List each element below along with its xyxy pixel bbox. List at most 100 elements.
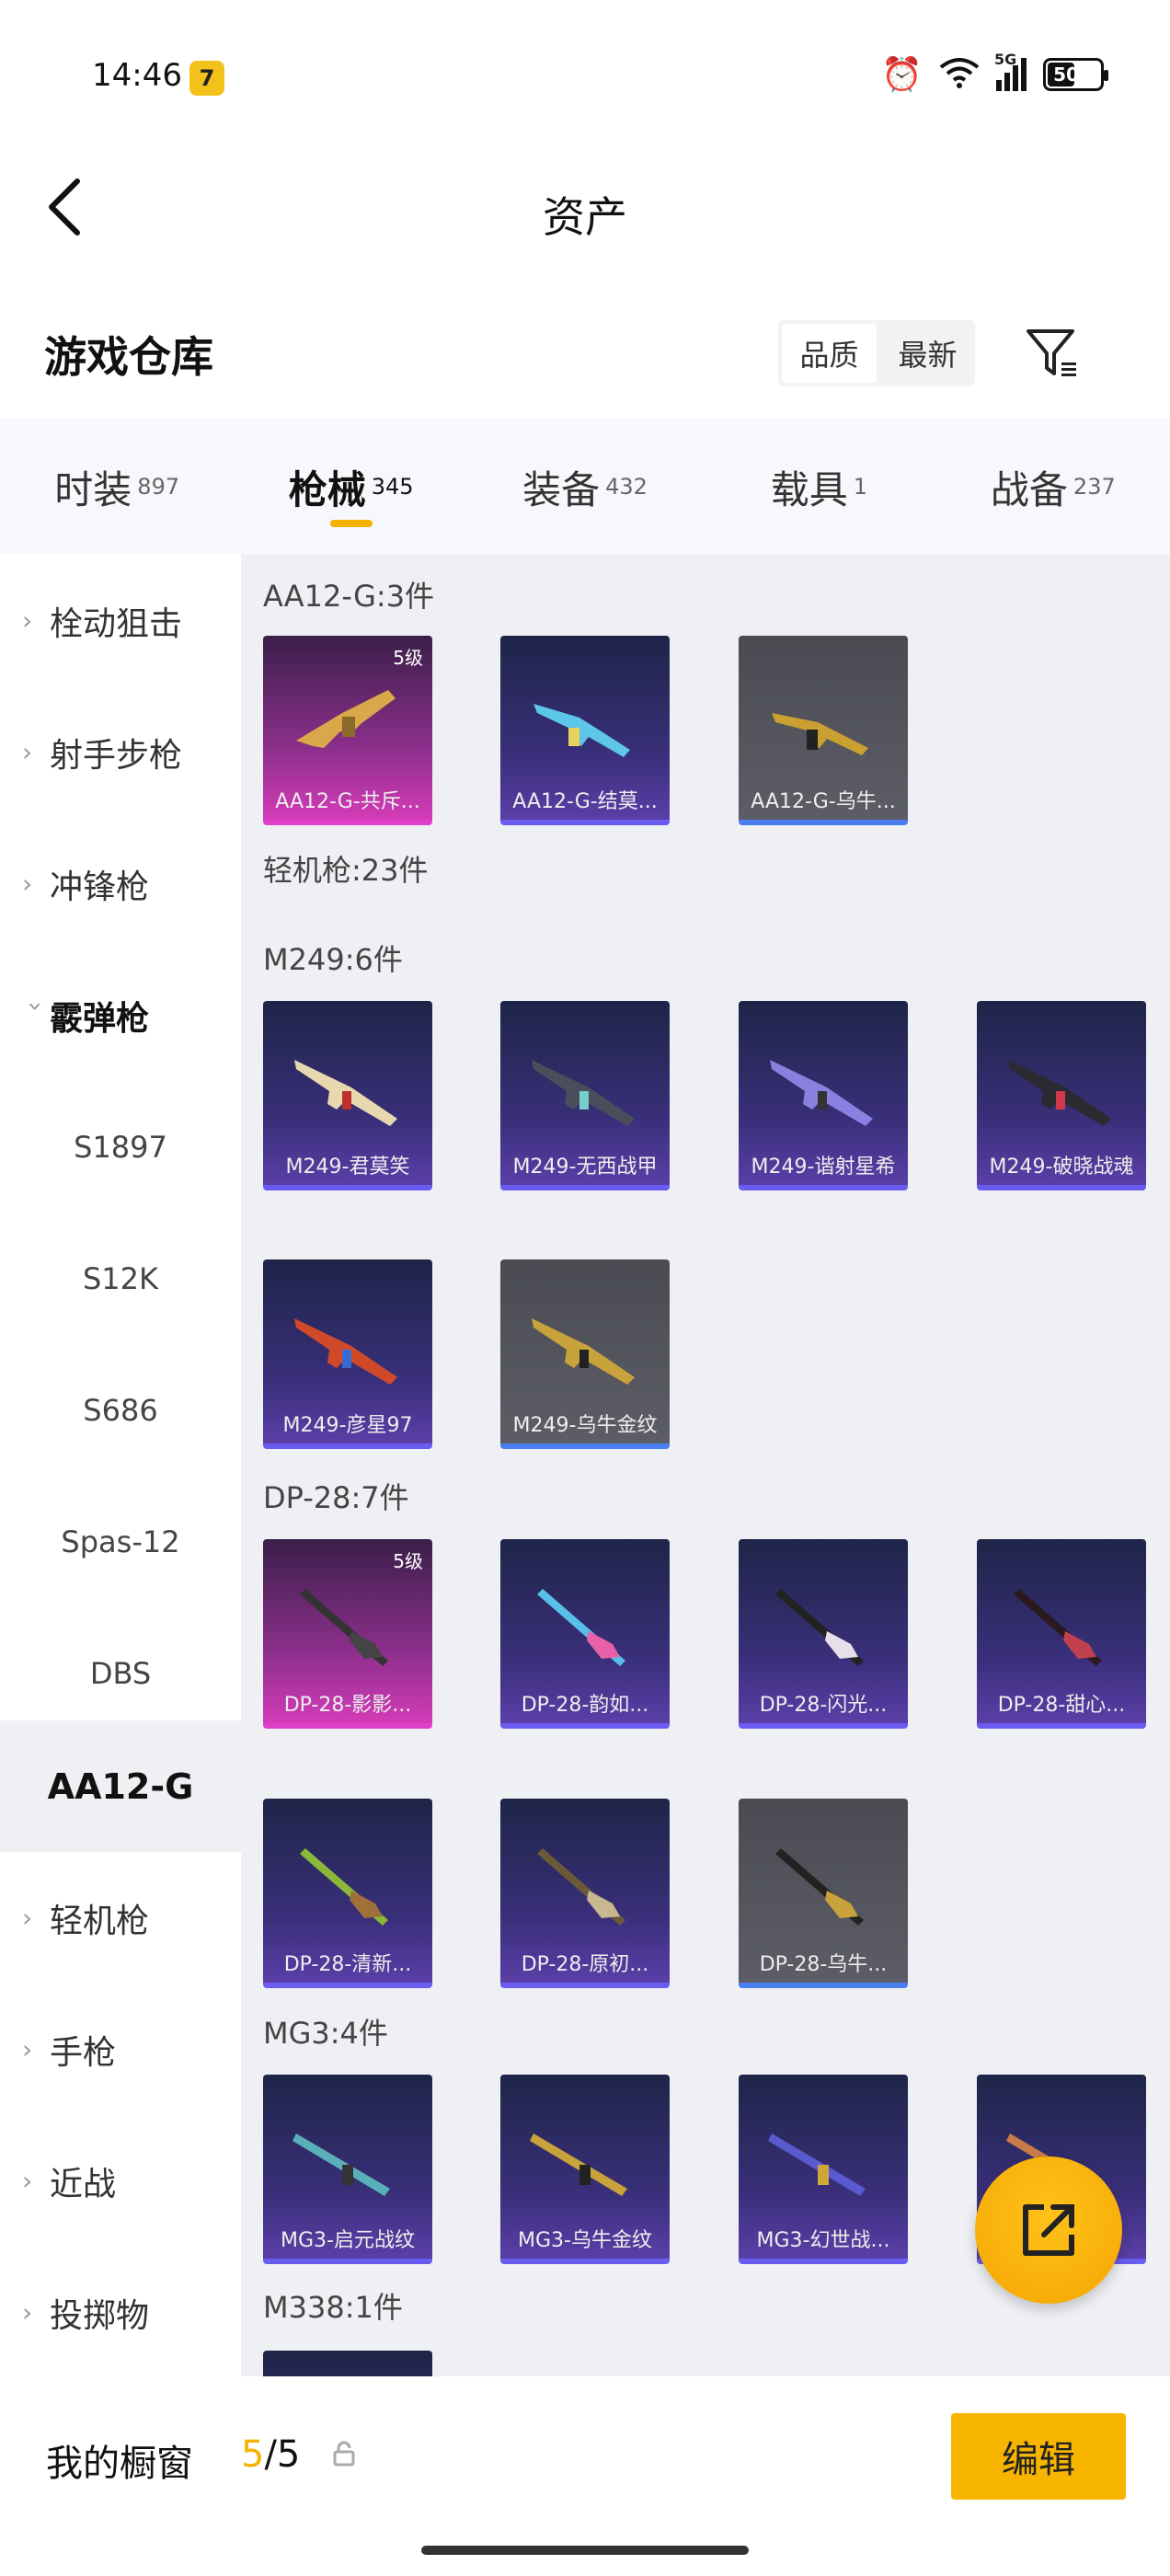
weapon-name: M249-谐射星希 — [751, 1156, 896, 1179]
category-tabs: 时装 897 枪械 345 装备 432 载具 1 战备 237 — [0, 419, 1170, 555]
sidebar-item-smg[interactable]: › 冲锋枪 — [0, 818, 241, 949]
sidebar-item-label: 霰弹枪 — [50, 999, 150, 1038]
bottom-bar: 我的橱窗 5/5 编辑 — [0, 2376, 1170, 2576]
weapon-card[interactable]: M249-破晓战魂 — [977, 1001, 1146, 1190]
weapon-card[interactable]: MG3-幻世战... — [739, 2075, 908, 2264]
weapon-image — [768, 2133, 866, 2196]
tab-label: 时装 — [54, 466, 132, 512]
weapon-name: M249-彦星97 — [282, 1414, 413, 1437]
weapon-card[interactable]: DP-28-乌牛... — [739, 1799, 908, 1988]
weapon-name: DP-28-乌牛... — [759, 1953, 888, 1976]
tab-label: 枪械 — [288, 466, 366, 512]
weapon-name: DP-28-甜心... — [997, 1694, 1126, 1717]
weapon-card[interactable]: DP-28-原初... — [500, 1799, 670, 1988]
sidebar-item-bolt-sniper[interactable]: › 栓动狙击 — [0, 555, 241, 686]
weapon-name: DP-28-影影... — [283, 1694, 412, 1717]
tab-vehicles[interactable]: 载具 1 — [702, 419, 935, 555]
weapon-image — [1008, 1060, 1111, 1126]
sidebar-item-dmr[interactable]: › 射手步枪 — [0, 686, 241, 818]
weapon-name: DP-28-闪光... — [759, 1694, 888, 1717]
sidebar-subitem-spas12[interactable]: Spas-12 — [0, 1476, 241, 1607]
weapon-card[interactable]: DP-28-韵如... — [500, 1539, 670, 1729]
weapon-name: AA12-G-共斥... — [275, 790, 420, 813]
weapon-card[interactable]: AA12-G-结莫... — [500, 636, 670, 825]
weapon-name: MG3-乌牛金纹 — [518, 2229, 652, 2252]
tab-fashion[interactable]: 时装 897 — [0, 419, 234, 555]
chevron-right-icon: › — [22, 605, 33, 636]
weapon-card[interactable]: M249-君莫笑 — [263, 1001, 432, 1190]
sidebar-item-melee[interactable]: › 近战 — [0, 2115, 241, 2247]
edit-button[interactable]: 编辑 — [951, 2413, 1126, 2500]
alarm-icon: ⏰ — [881, 56, 923, 94]
sidebar-subitem-s1897[interactable]: S1897 — [0, 1081, 241, 1213]
home-indicator[interactable] — [421, 2546, 749, 2555]
sidebar-item-throwables[interactable]: › 投掷物 — [0, 2247, 241, 2378]
weapon-name: M249-破晓战魂 — [989, 1156, 1134, 1179]
weapon-image — [1014, 1589, 1102, 1666]
weapon-card[interactable]: DP-28-甜心... — [977, 1539, 1146, 1729]
sidebar-item-label: 射手步枪 — [50, 736, 183, 775]
header: 资产 — [0, 147, 1170, 267]
signal-icon: 5G — [994, 51, 1027, 91]
weapon-card[interactable]: MG3-启元战纹 — [263, 2075, 432, 2264]
weapon-name: DP-28-韵如... — [521, 1694, 649, 1717]
tab-count: 345 — [371, 474, 414, 500]
sidebar-item-label: 冲锋枪 — [50, 868, 150, 906]
weapon-category-sidebar: › 栓动狙击 › 射手步枪 › 冲锋枪 › 霰弹枪 S1897 S12K S686 Sp… — [0, 555, 241, 2376]
page-title: 资产 — [543, 192, 627, 242]
weapon-card[interactable]: 5级 AA12-G-共斥... — [263, 636, 432, 825]
tab-label: 载具 — [770, 466, 848, 512]
weapon-card[interactable]: DP-28-闪光... — [739, 1539, 908, 1729]
weapon-card[interactable]: M249-乌牛金纹 — [500, 1259, 670, 1449]
status-time: 14:46 — [92, 57, 182, 94]
filter-button[interactable] — [1023, 324, 1082, 383]
sidebar-item-label: S686 — [83, 1392, 158, 1428]
sidebar-item-label: 栓动狙击 — [50, 604, 183, 643]
weapon-card[interactable]: 5级 DP-28-影影... — [263, 1539, 432, 1729]
weapon-image — [770, 1060, 873, 1126]
sidebar-item-label: 手枪 — [50, 2033, 117, 2072]
sidebar-subitem-s12k[interactable]: S12K — [0, 1213, 241, 1344]
weapon-card[interactable]: M249-无西战甲 — [500, 1001, 670, 1190]
weapon-image — [533, 704, 630, 757]
network-type: 5G — [994, 51, 1017, 68]
tab-firearms[interactable]: 枪械 345 — [234, 419, 467, 555]
battery-level: 50 — [1053, 63, 1079, 86]
group-title: DP-28:7件 — [263, 1480, 409, 1515]
weapon-card[interactable]: M249-谐射星希 — [739, 1001, 908, 1190]
weapon-image — [294, 1318, 397, 1385]
weapon-image — [300, 1589, 388, 1666]
share-button[interactable] — [975, 2156, 1122, 2304]
chevron-right-icon: › — [22, 2034, 33, 2064]
sidebar-subitem-aa12g[interactable]: AA12-G — [0, 1720, 241, 1852]
weapon-image — [292, 2133, 390, 2196]
lock-icon — [331, 2441, 357, 2470]
weapon-card[interactable]: M249-彦星97 — [263, 1259, 432, 1449]
weapon-card[interactable]: MG3-乌牛金纹 — [500, 2075, 670, 2264]
sidebar-item-label: 投掷物 — [50, 2296, 150, 2335]
sidebar-subitem-dbs[interactable]: DBS — [0, 1607, 241, 1739]
sort-quality-button[interactable]: 品质 — [782, 324, 877, 383]
tab-count: 1 — [853, 474, 868, 500]
warehouse-title: 游戏仓库 — [44, 332, 213, 382]
group-title: M338:1件 — [263, 2290, 403, 2325]
tab-count: 237 — [1072, 474, 1116, 500]
active-tab-indicator — [329, 520, 373, 527]
warehouse-row: 游戏仓库 品质 最新 — [0, 304, 1170, 405]
sidebar-item-lmg[interactable]: › 轻机枪 — [0, 1852, 241, 1984]
weapon-card[interactable]: DP-28-清新... — [263, 1799, 432, 1988]
sidebar-item-pistol[interactable]: › 手枪 — [0, 1984, 241, 2115]
showcase-count-total: /5 — [264, 2433, 301, 2476]
showcase-count: 5/5 — [241, 2433, 300, 2476]
group-title: MG3:4件 — [263, 2016, 388, 2051]
sidebar-item-label: S12K — [82, 1260, 158, 1296]
sidebar-item-label: S1897 — [74, 1129, 167, 1165]
tab-equipment[interactable]: 装备 432 — [468, 419, 702, 555]
sidebar-item-shotgun[interactable]: › 霰弹枪 — [0, 949, 241, 1081]
weapon-card[interactable]: AA12-G-乌牛... — [739, 636, 908, 825]
sidebar-item-label: Spas-12 — [61, 1524, 180, 1559]
sort-newest-button[interactable]: 最新 — [880, 320, 975, 386]
tab-supplies[interactable]: 战备 237 — [936, 419, 1170, 555]
sidebar-subitem-s686[interactable]: S686 — [0, 1344, 241, 1476]
weapon-card[interactable] — [263, 2351, 432, 2376]
